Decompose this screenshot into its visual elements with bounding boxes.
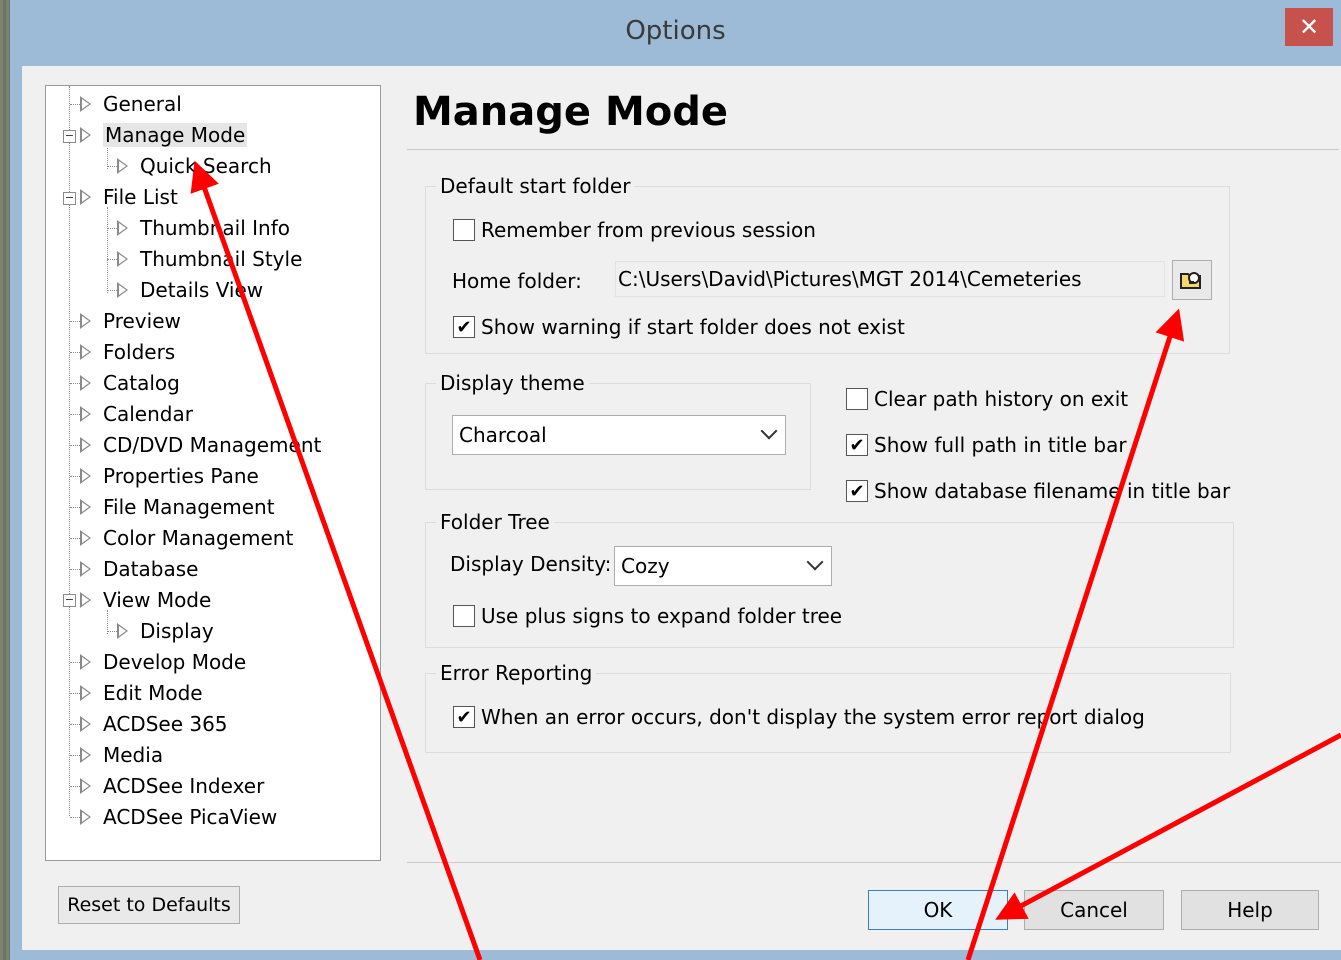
collapse-toggle-manage-mode[interactable]: − [63, 130, 76, 143]
ok-button[interactable]: OK [868, 890, 1008, 930]
page-title: Manage Mode [413, 89, 728, 135]
tree-item-thumbnail-info[interactable]: Thumbnail Info [107, 213, 290, 243]
triangle-icon [80, 96, 91, 112]
tree-item-media[interactable]: Media [70, 740, 163, 770]
tree-item-calendar[interactable]: Calendar [70, 399, 193, 429]
tree-item-thumbnail-style[interactable]: Thumbnail Style [107, 244, 302, 274]
tree-item-properties-pane[interactable]: Properties Pane [70, 461, 259, 491]
browse-folder-button[interactable] [1172, 260, 1212, 300]
home-folder-label: Home folder: [452, 269, 582, 293]
show-warning-checkbox[interactable]: ✔ Show warning if start folder does not … [453, 315, 905, 339]
triangle-icon [117, 220, 128, 236]
tree-item-quick-search[interactable]: Quick Search [107, 151, 272, 181]
collapse-toggle-view-mode[interactable]: − [63, 594, 76, 607]
clear-path-history-checkbox[interactable]: Clear path history on exit [846, 387, 1128, 411]
triangle-icon [80, 468, 91, 484]
triangle-icon [80, 685, 91, 701]
chevron-down-icon [760, 422, 778, 440]
triangle-icon [80, 592, 91, 608]
tree-item-file-list[interactable]: File List [80, 182, 178, 212]
triangle-icon [80, 530, 91, 546]
triangle-icon [80, 809, 91, 825]
tree-item-edit-mode[interactable]: Edit Mode [70, 678, 203, 708]
display-density-dropdown[interactable]: Cozy [614, 546, 832, 586]
triangle-icon [80, 778, 91, 794]
checkbox-box[interactable] [453, 605, 475, 627]
triangle-icon [80, 406, 91, 422]
reset-to-defaults-button[interactable]: Reset to Defaults [58, 886, 240, 924]
triangle-icon [80, 344, 91, 360]
cancel-button[interactable]: Cancel [1024, 890, 1164, 930]
group-legend: Folder Tree [436, 510, 554, 534]
options-tree[interactable]: − − − General Manage Mode Quick Search F… [45, 85, 381, 861]
tree-item-acdsee-indexer[interactable]: ACDSee Indexer [70, 771, 264, 801]
triangle-icon [80, 437, 91, 453]
triangle-icon [80, 189, 91, 205]
tree-item-color-management[interactable]: Color Management [70, 523, 293, 553]
suppress-error-dialog-checkbox[interactable]: ✔ When an error occurs, don't display th… [453, 705, 1145, 729]
checkbox-box[interactable]: ✔ [846, 480, 868, 502]
triangle-icon [80, 747, 91, 763]
tree-item-acdsee-picaview[interactable]: ACDSee PicaView [70, 802, 277, 832]
tree-item-catalog[interactable]: Catalog [70, 368, 180, 398]
heading-divider [407, 149, 1339, 150]
triangle-icon [80, 375, 91, 391]
show-full-path-checkbox[interactable]: ✔ Show full path in title bar [846, 433, 1127, 457]
footer-divider [407, 862, 1341, 863]
tree-item-manage-mode[interactable]: Manage Mode [80, 120, 248, 150]
triangle-icon [80, 716, 91, 732]
dialog-client-area: − − − General Manage Mode Quick Search F… [22, 66, 1341, 950]
triangle-icon [80, 313, 91, 329]
tree-selected-label: Manage Mode [103, 123, 248, 147]
group-legend: Display theme [436, 371, 589, 395]
chevron-down-icon [806, 553, 824, 571]
triangle-icon [117, 282, 128, 298]
display-theme-dropdown[interactable]: Charcoal [452, 415, 786, 455]
group-legend: Error Reporting [436, 661, 597, 685]
tree-item-preview[interactable]: Preview [70, 306, 181, 336]
triangle-icon [117, 623, 128, 639]
group-legend: Default start folder [436, 174, 635, 198]
tree-item-display[interactable]: Display [107, 616, 214, 646]
triangle-icon [117, 251, 128, 267]
help-button[interactable]: Help [1181, 890, 1319, 930]
tree-item-general[interactable]: General [70, 89, 182, 119]
window-title: Options [625, 16, 726, 46]
tree-item-folders[interactable]: Folders [70, 337, 175, 367]
tree-item-acdsee-365[interactable]: ACDSee 365 [70, 709, 228, 739]
folder-browse-icon [1180, 272, 1201, 289]
checkbox-box[interactable] [846, 388, 868, 410]
tree-item-details-view[interactable]: Details View [107, 275, 263, 305]
triangle-icon [80, 654, 91, 670]
close-icon: ✕ [1298, 13, 1320, 41]
checkbox-box[interactable]: ✔ [453, 706, 475, 728]
triangle-icon [80, 561, 91, 577]
triangle-icon [80, 499, 91, 515]
tree-item-cd-dvd-management[interactable]: CD/DVD Management [70, 430, 321, 460]
tree-item-develop-mode[interactable]: Develop Mode [70, 647, 246, 677]
checkbox-box[interactable]: ✔ [453, 316, 475, 338]
triangle-icon [117, 158, 128, 174]
display-density-label: Display Density: [450, 552, 612, 576]
tree-item-view-mode[interactable]: View Mode [80, 585, 211, 615]
options-dialog: Options ✕ − − − General Manage Mode Quic… [10, 0, 1341, 960]
checkbox-box[interactable] [453, 219, 475, 241]
close-button[interactable]: ✕ [1285, 8, 1333, 46]
tree-item-file-management[interactable]: File Management [70, 492, 275, 522]
title-bar[interactable]: Options ✕ [10, 0, 1341, 66]
use-plus-signs-checkbox[interactable]: Use plus signs to expand folder tree [453, 604, 842, 628]
checkbox-box[interactable]: ✔ [846, 434, 868, 456]
tree-connector [107, 207, 108, 293]
tree-item-database[interactable]: Database [70, 554, 198, 584]
remember-session-checkbox[interactable]: Remember from previous session [453, 218, 816, 242]
home-folder-field[interactable]: C:\Users\David\Pictures\MGT 2014\Cemeter… [615, 261, 1165, 297]
collapse-toggle-file-list[interactable]: − [63, 192, 76, 205]
triangle-icon [80, 127, 91, 143]
show-db-filename-checkbox[interactable]: ✔ Show database filename in title bar [846, 479, 1230, 503]
